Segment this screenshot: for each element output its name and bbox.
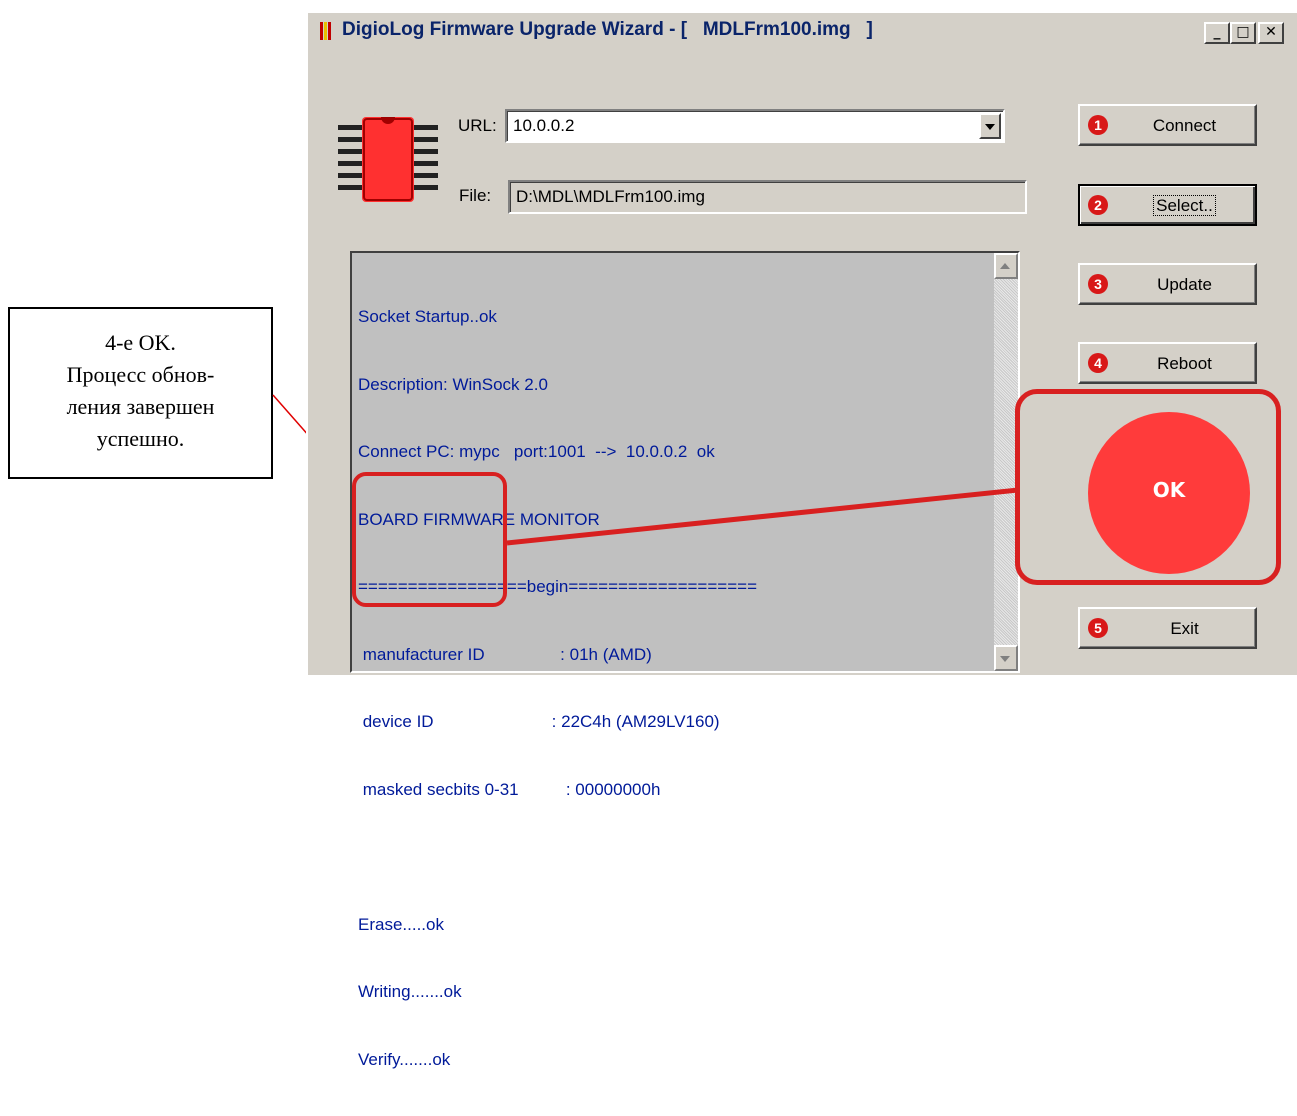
chevron-down-icon <box>1000 656 1010 662</box>
log-line: Erase.....ok <box>358 914 444 934</box>
log-line: device ID : 22C4h (AM29LV160) <box>358 712 720 731</box>
step-number-icon: 4 <box>1088 353 1108 373</box>
annotation-callout: 4-е OK. Процесс обнов- ления завершен ус… <box>8 307 273 479</box>
step-number-icon: 1 <box>1088 115 1108 135</box>
connect-button[interactable]: 1 Connect <box>1078 104 1257 146</box>
connect-button-label: Connect <box>1152 116 1217 135</box>
update-button-label: Update <box>1157 275 1212 294</box>
chevron-up-icon <box>1000 263 1010 269</box>
url-combobox[interactable]: 10.0.0.2 <box>505 109 1005 143</box>
log-line: Description: WinSock 2.0 <box>358 374 548 394</box>
log-lines: Socket Startup..ok Description: WinSock … <box>358 261 988 1116</box>
window-title: DigioLog Firmware Upgrade Wizard - [ MDL… <box>342 19 873 40</box>
step-number-icon: 5 <box>1088 618 1108 638</box>
step-number-icon: 3 <box>1088 274 1108 294</box>
select-button-wrap: Select.. <box>1118 195 1251 216</box>
log-line: Verify.......ok <box>358 1049 451 1069</box>
update-button[interactable]: 3 Update <box>1078 263 1257 305</box>
maximize-button[interactable]: □ <box>1230 22 1256 44</box>
file-label: File: <box>459 186 492 205</box>
log-line: manufacturer ID : 01h (AMD) <box>358 644 652 664</box>
callout-line: 4-е OK. <box>105 330 176 355</box>
url-dropdown-button[interactable] <box>979 113 1001 139</box>
client-area: URL: 10.0.0.2 File: D:\MDL\MDLFrm100.img… <box>308 47 1297 1069</box>
log-output[interactable]: Socket Startup..ok Description: WinSock … <box>350 251 1020 1069</box>
minimize-button[interactable]: _ <box>1204 22 1230 44</box>
log-line: Connect PC: mypc port:1001 --> 10.0.0.2 … <box>358 442 715 461</box>
select-button[interactable]: 2 Select.. <box>1078 184 1257 226</box>
exit-button[interactable]: 5 Exit <box>1078 607 1257 649</box>
close-button[interactable]: ✕ <box>1258 22 1284 44</box>
callout-line: Процесс обнов- <box>66 362 215 387</box>
step-number-icon: 2 <box>1088 195 1108 215</box>
chip-icon <box>338 117 438 202</box>
title-bar: DigioLog Firmware Upgrade Wizard - [ MDL… <box>308 13 1297 47</box>
callout-line: ления завершен <box>66 394 215 419</box>
url-label: URL: <box>458 116 497 135</box>
log-line: masked secbits 0-31 : 00000000h <box>358 779 661 799</box>
log-highlight-frame <box>352 472 507 607</box>
log-line: Writing.......ok <box>358 982 462 1001</box>
reboot-button[interactable]: 4 Reboot <box>1078 342 1257 384</box>
reboot-button-label: Reboot <box>1157 354 1212 373</box>
scroll-down-button[interactable] <box>994 645 1018 671</box>
file-path-field: D:\MDL\MDLFrm100.img <box>508 180 1027 214</box>
url-value: 10.0.0.2 <box>513 116 575 135</box>
chevron-down-icon <box>985 124 995 130</box>
file-path-value: D:\MDL\MDLFrm100.img <box>516 187 705 206</box>
callout-line: успешно. <box>96 426 185 451</box>
ok-status-label: OK <box>1152 478 1186 502</box>
app-window: DigioLog Firmware Upgrade Wizard - [ MDL… <box>306 11 1297 1069</box>
exit-button-label: Exit <box>1170 619 1199 638</box>
scroll-up-button[interactable] <box>994 253 1018 279</box>
app-icon <box>320 22 331 40</box>
select-button-label: Select.. <box>1153 195 1216 216</box>
log-line: Socket Startup..ok <box>358 307 497 326</box>
